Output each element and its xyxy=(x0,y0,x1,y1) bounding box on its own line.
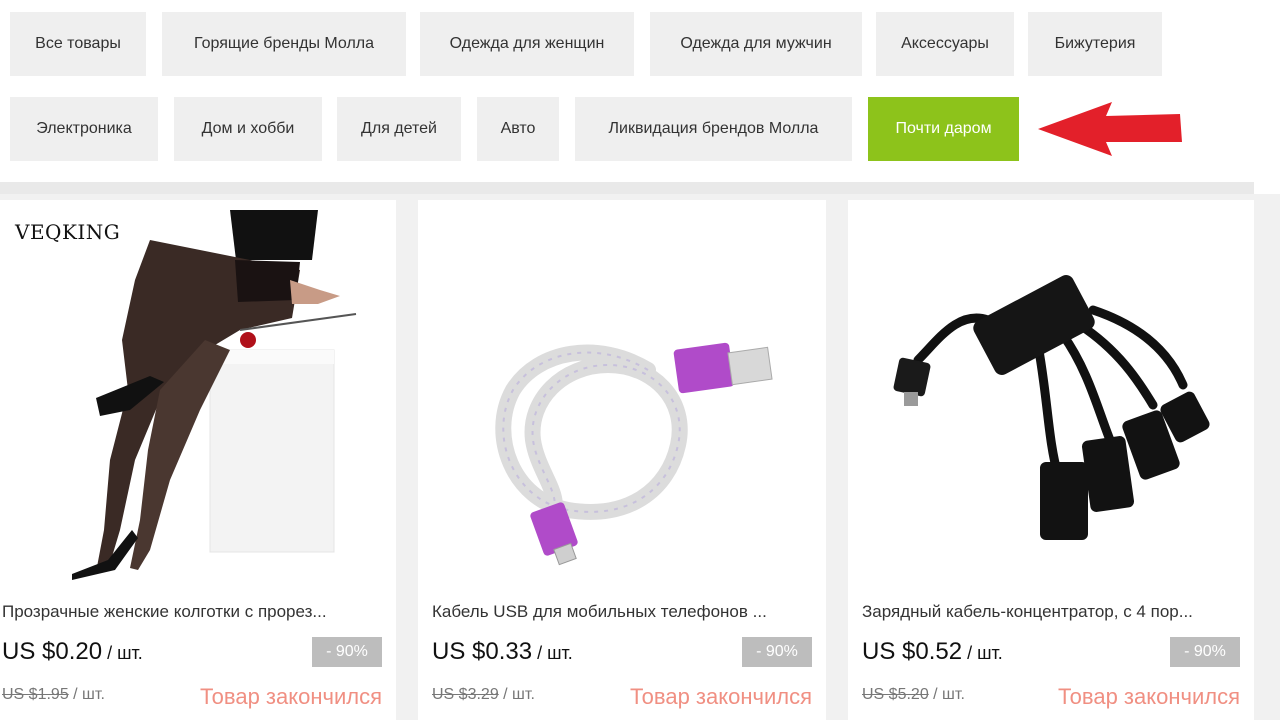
discount-badge: - 90% xyxy=(1170,637,1240,667)
category-row-1: Все товары Горящие бренды Молла Одежда д… xyxy=(0,12,1280,76)
price-value: US $0.33 xyxy=(432,638,533,665)
discount-badge: - 90% xyxy=(312,637,382,667)
price-unit: / шт. xyxy=(102,643,143,663)
red-arrow-annotation xyxy=(1038,102,1182,156)
sold-out-status: Товар закончился xyxy=(629,684,812,709)
section-divider xyxy=(0,182,1254,194)
category-men-clothing[interactable]: Одежда для мужчин xyxy=(650,12,862,76)
category-women-clothing[interactable]: Одежда для женщин xyxy=(420,12,634,76)
category-all-goods[interactable]: Все товары xyxy=(10,12,146,76)
product-price: US $0.20 / шт. xyxy=(2,638,143,666)
sold-out-status: Товар закончился xyxy=(1057,684,1240,709)
price-unit: / шт. xyxy=(532,643,573,663)
category-electronics[interactable]: Электроника xyxy=(10,97,158,161)
category-kids[interactable]: Для детей xyxy=(337,97,461,161)
old-price: US $5.20 / шт. xyxy=(862,686,965,704)
category-auto[interactable]: Авто xyxy=(477,97,559,161)
product-card-usb-cable[interactable]: Кабель USB для мобильных телефонов ... U… xyxy=(418,200,826,720)
usb-cable-product-image xyxy=(495,342,773,566)
product-price: US $0.33 / шт. xyxy=(432,638,573,666)
discount-badge: - 90% xyxy=(742,637,812,667)
category-accessories[interactable]: Аксессуары xyxy=(876,12,1014,76)
product-title[interactable]: Кабель USB для мобильных телефонов ... xyxy=(432,602,824,622)
brand-logo: VEQKING xyxy=(15,220,121,244)
product-title[interactable]: Зарядный кабель-концентратор, с 4 пор... xyxy=(862,602,1254,622)
category-hot-mall-brands[interactable]: Горящие бренды Молла xyxy=(162,12,406,76)
old-price-unit: / шт. xyxy=(498,686,535,703)
product-card-usb-hub[interactable]: Зарядный кабель-концентратор, с 4 пор...… xyxy=(848,200,1254,720)
old-price-value: US $5.20 xyxy=(862,686,929,703)
old-price-value: US $3.29 xyxy=(432,686,499,703)
old-price-value: US $1.95 xyxy=(2,686,69,703)
category-home-hobby[interactable]: Дом и хобби xyxy=(174,97,322,161)
price-value: US $0.52 xyxy=(862,638,963,665)
category-almost-free[interactable]: Почти даром xyxy=(868,97,1019,161)
category-mall-brand-liquidation[interactable]: Ликвидация брендов Молла xyxy=(575,97,852,161)
old-price: US $3.29 / шт. xyxy=(432,686,535,704)
product-title[interactable]: Прозрачные женские колготки с прорез... xyxy=(2,602,394,622)
old-price-unit: / шт. xyxy=(68,686,105,703)
tights-product-image xyxy=(72,210,357,580)
sold-out-status: Товар закончился xyxy=(199,684,382,709)
price-value: US $0.20 xyxy=(2,638,103,665)
product-price: US $0.52 / шт. xyxy=(862,638,1003,666)
old-price-unit: / шт. xyxy=(928,686,965,703)
old-price: US $1.95 / шт. xyxy=(2,686,105,704)
usb-hub-product-image xyxy=(893,275,1210,540)
category-jewelry[interactable]: Бижутерия xyxy=(1028,12,1162,76)
price-unit: / шт. xyxy=(962,643,1003,663)
product-card-tights[interactable]: VEQKING Прозрачные женские колготки с пр… xyxy=(0,200,396,720)
